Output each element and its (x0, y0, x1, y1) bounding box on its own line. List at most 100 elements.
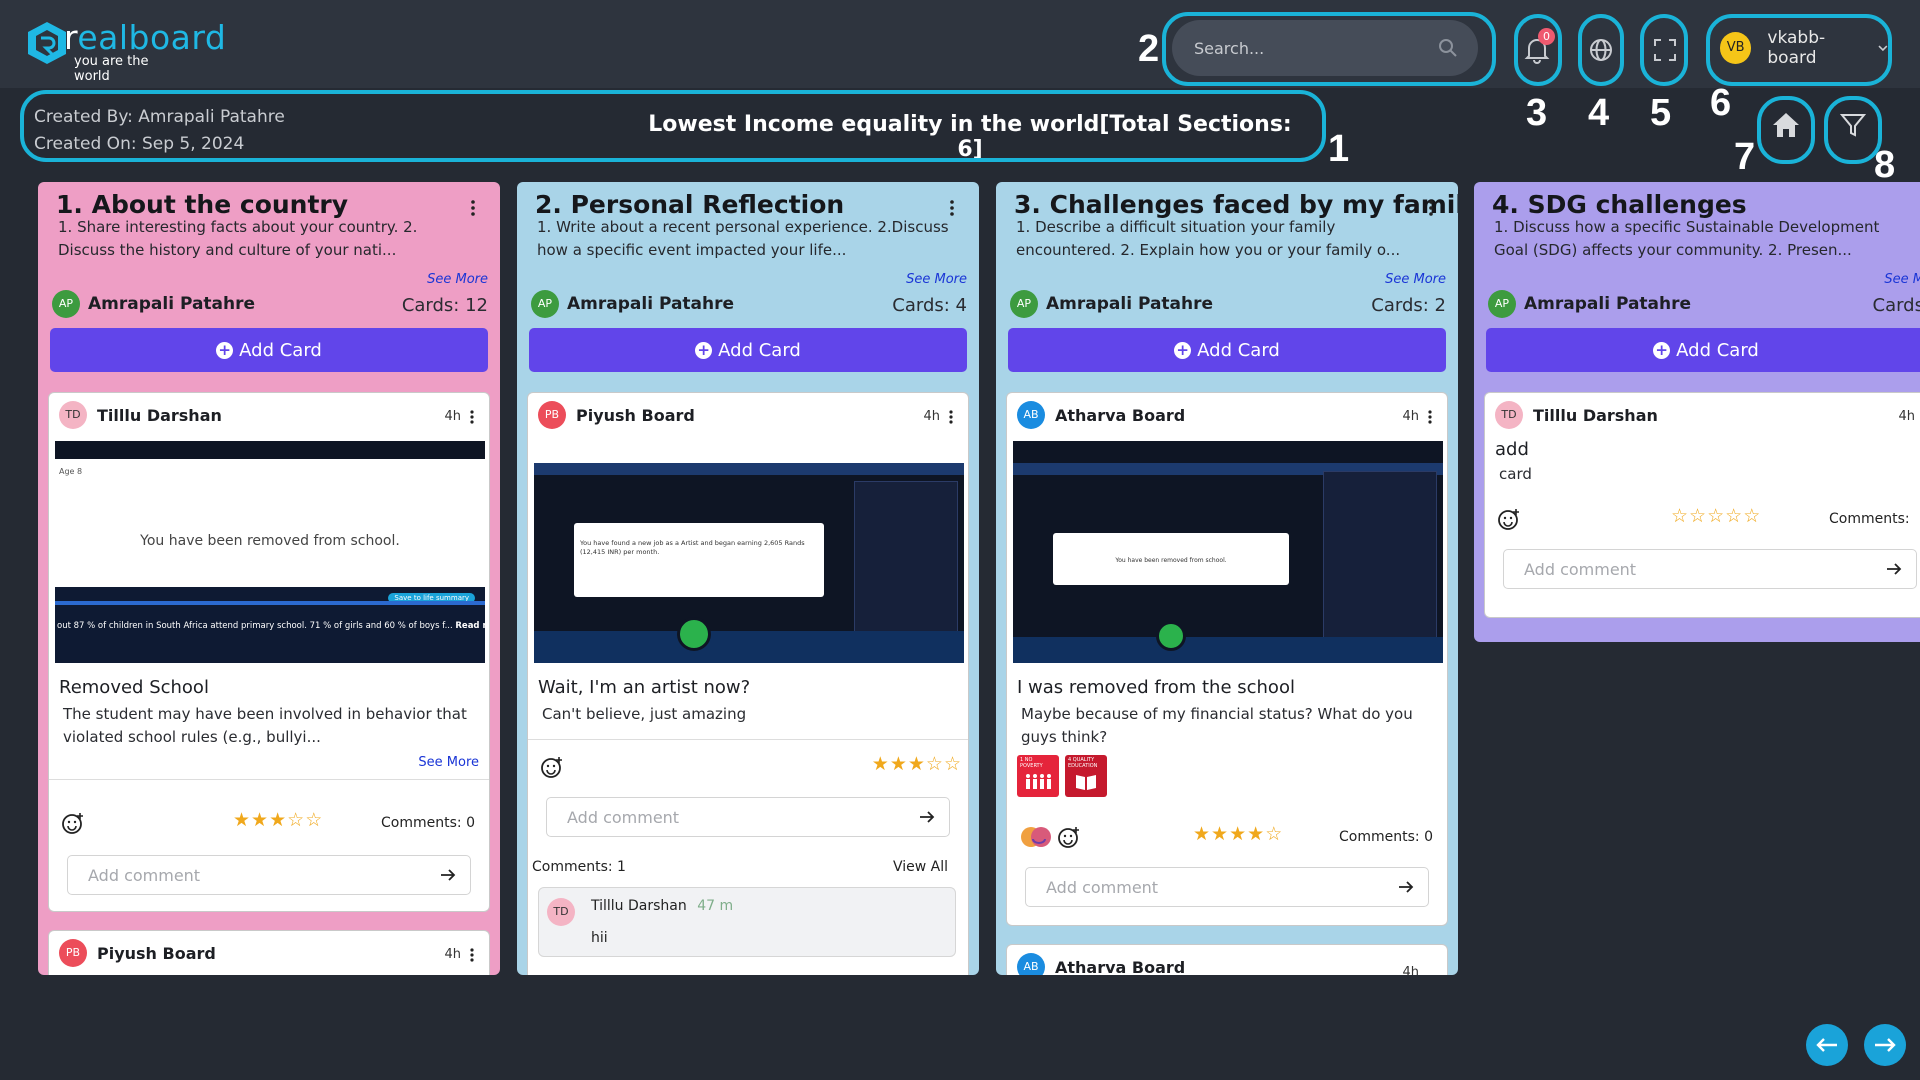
card-header: PB Piyush Board (59, 939, 216, 967)
card-time: 4h (1898, 409, 1915, 424)
add-reaction-icon[interactable] (540, 755, 564, 779)
star-empty-icon[interactable]: ☆ (926, 753, 944, 775)
star-empty-icon[interactable]: ☆ (1671, 505, 1689, 527)
more-options-icon[interactable] (1427, 409, 1433, 425)
card[interactable]: AB Atharva Board 4h You have been remove… (1006, 392, 1448, 926)
comment-input[interactable] (1046, 868, 1376, 906)
card-header: TD Tilllu Darshan (59, 401, 222, 429)
more-options-icon[interactable] (1428, 198, 1434, 218)
sdg-label: 4 QUALITY EDUCATION (1068, 757, 1098, 769)
star-rating[interactable]: ★★★★☆ (1193, 823, 1283, 845)
send-arrow-icon[interactable] (1398, 880, 1414, 894)
view-all-link[interactable]: View All (893, 859, 948, 875)
card[interactable]: TD Tilllu Darshan 4h Age 8 You have been… (48, 392, 490, 912)
sdg-quality-education-badge[interactable]: 4 QUALITY EDUCATION (1065, 755, 1107, 797)
section-personal-reflection: 2. Personal Reflection 1. Write about a … (517, 182, 979, 975)
star-filled-icon[interactable]: ★ (1211, 823, 1229, 845)
add-card-button[interactable]: + Add Card (529, 328, 967, 372)
image-age: Age 8 (59, 467, 83, 476)
comment-input[interactable] (88, 856, 418, 894)
star-filled-icon[interactable]: ★ (1229, 823, 1247, 845)
star-filled-icon[interactable]: ★ (890, 753, 908, 775)
card-author: Piyush Board (97, 943, 216, 963)
scroll-right-button[interactable] (1864, 1024, 1906, 1066)
image-popup: You have been removed from school. (1053, 533, 1289, 585)
card-image[interactable]: You have been removed from school. (1013, 441, 1443, 663)
card-description: Maybe because of my financial status? Wh… (1021, 705, 1413, 746)
image-next-button (677, 617, 711, 651)
highlight-6 (1706, 14, 1892, 86)
card-title: I was removed from the school (1017, 677, 1295, 698)
add-card-button[interactable]: + Add Card (1486, 328, 1920, 372)
section-description: 1. Share interesting facts about your co… (58, 218, 418, 259)
more-options-icon[interactable] (949, 198, 955, 218)
card[interactable]: PB Piyush Board 4h You have found a new … (527, 392, 969, 975)
section-title: 2. Personal Reflection (535, 190, 845, 219)
more-options-icon[interactable] (948, 409, 954, 425)
star-empty-icon[interactable]: ☆ (944, 753, 962, 775)
star-filled-icon[interactable]: ★ (908, 753, 926, 775)
arrow-right-icon (1875, 1038, 1896, 1052)
card[interactable]: TD Tilllu Darshan 4h add card ☆☆☆☆☆ Comm… (1484, 392, 1920, 618)
highlight-2 (1162, 12, 1496, 86)
star-empty-icon[interactable]: ☆ (1689, 505, 1707, 527)
add-card-label: Add Card (718, 339, 801, 361)
avatar: TD (59, 401, 87, 429)
star-empty-icon[interactable]: ☆ (305, 809, 323, 831)
see-more-link[interactable]: See More (418, 755, 479, 770)
star-empty-icon[interactable]: ☆ (287, 809, 305, 831)
add-card-button[interactable]: + Add Card (50, 328, 488, 372)
see-more-link[interactable]: See More (1385, 272, 1446, 287)
more-options-icon[interactable] (469, 409, 475, 425)
add-reaction-icon[interactable] (61, 811, 85, 835)
owner-name: Amrapali Patahre (88, 294, 256, 314)
see-more-link[interactable]: See M (1884, 272, 1920, 287)
card[interactable]: PB Piyush Board 4h (48, 930, 490, 975)
annotation-8: 8 (1874, 144, 1896, 186)
star-filled-icon[interactable]: ★ (251, 809, 269, 831)
see-more-link[interactable]: See More (427, 272, 488, 287)
sdg-no-poverty-badge[interactable]: 1 NO POVERTY (1017, 755, 1059, 797)
people-icon (1026, 774, 1051, 789)
comment-item: TD Tilllu Darshan 47 m hii (538, 887, 956, 957)
card-image[interactable]: Age 8 You have been removed from school.… (55, 441, 485, 663)
comment-input[interactable] (1524, 550, 1854, 588)
add-reaction-icon[interactable] (1057, 825, 1081, 849)
star-rating[interactable]: ★★★☆☆ (233, 809, 323, 831)
star-filled-icon[interactable]: ★ (872, 753, 890, 775)
see-more-link[interactable]: See More (906, 272, 967, 287)
image-popup: You have found a new job as a Artist and… (574, 523, 824, 597)
star-filled-icon[interactable]: ★ (1193, 823, 1211, 845)
card-image[interactable]: You have found a new job as a Artist and… (534, 441, 964, 663)
send-arrow-icon[interactable] (1886, 562, 1902, 576)
star-filled-icon[interactable]: ★ (233, 809, 251, 831)
scroll-left-button[interactable] (1806, 1024, 1848, 1066)
star-filled-icon[interactable]: ★ (269, 809, 287, 831)
card[interactable]: AB Atharva Board 4h (1006, 944, 1448, 975)
star-empty-icon[interactable]: ☆ (1725, 505, 1743, 527)
star-filled-icon[interactable]: ★ (1247, 823, 1265, 845)
star-empty-icon[interactable]: ☆ (1707, 505, 1725, 527)
more-options-icon[interactable] (470, 198, 476, 218)
comment-author: Tilllu Darshan 47 m (591, 898, 734, 914)
avatar: TD (1495, 401, 1523, 429)
image-progress (55, 601, 485, 605)
reactions-icon[interactable] (1019, 825, 1055, 849)
divider (49, 779, 489, 780)
star-empty-icon[interactable]: ☆ (1265, 823, 1283, 845)
send-arrow-icon[interactable] (440, 868, 456, 882)
send-arrow-icon[interactable] (919, 810, 935, 824)
highlight-3 (1514, 14, 1562, 86)
image-topbar (55, 441, 485, 459)
image-footer: Save to life summary out 87 % of childre… (55, 587, 485, 663)
comment-input[interactable] (567, 798, 897, 836)
realboard-logo[interactable]: realboard you are the world (24, 18, 226, 84)
add-card-button[interactable]: + Add Card (1008, 328, 1446, 372)
star-rating[interactable]: ☆☆☆☆☆ (1671, 505, 1761, 527)
add-reaction-icon[interactable] (1497, 507, 1521, 531)
section-sdg-challenges: 4. SDG challenges 1. Discuss how a speci… (1474, 182, 1920, 642)
card-time: 4h (923, 409, 940, 424)
star-empty-icon[interactable]: ☆ (1743, 505, 1761, 527)
more-options-icon[interactable] (469, 947, 475, 963)
star-rating[interactable]: ★★★☆☆ (872, 753, 962, 775)
